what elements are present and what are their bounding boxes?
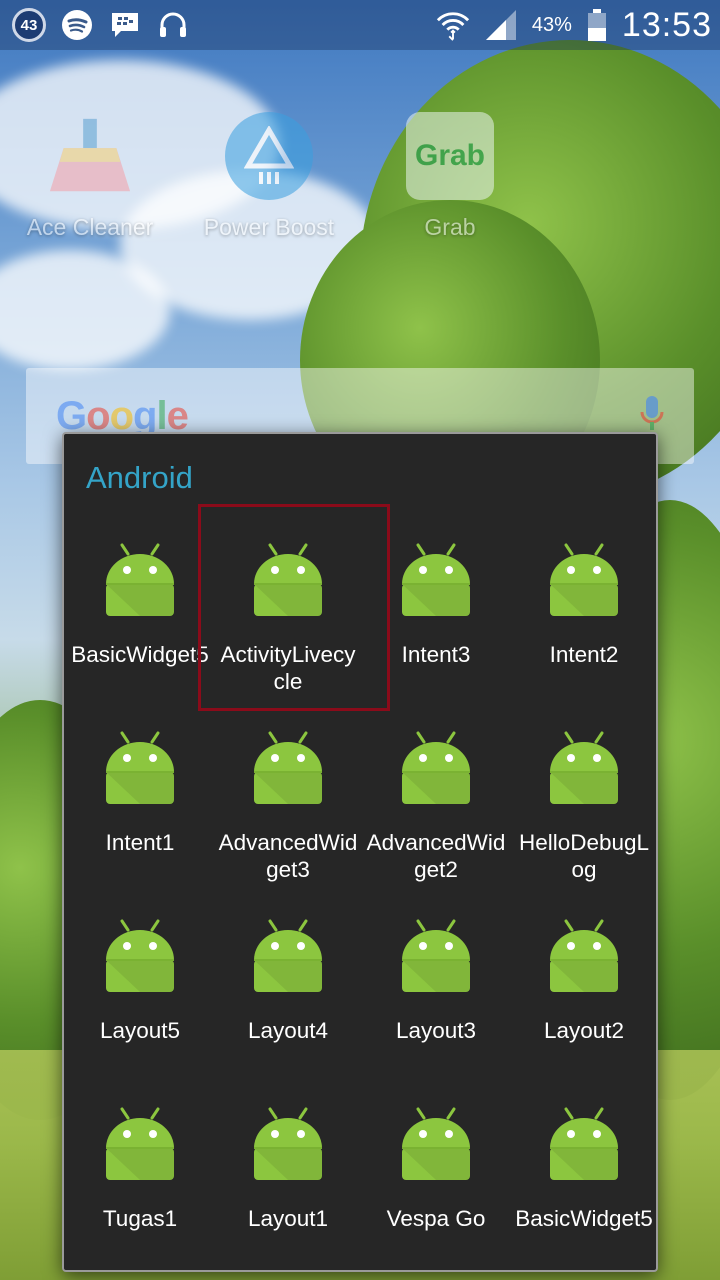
app-label: BasicWidget5 bbox=[515, 1206, 653, 1231]
app-label: BasicWidget5 bbox=[71, 642, 209, 667]
app-label: Layout3 bbox=[395, 1018, 477, 1043]
android-icon bbox=[248, 1098, 328, 1189]
app-label: Layout2 bbox=[543, 1018, 625, 1043]
highlight-box bbox=[198, 504, 390, 711]
battery-percent: 43% bbox=[531, 13, 572, 36]
folder-app-layout3[interactable]: Layout3 bbox=[362, 910, 510, 1098]
app-label: Intent2 bbox=[549, 642, 619, 667]
folder-app-intent2[interactable]: Intent2 bbox=[510, 534, 658, 722]
notification-count-badge: 43 bbox=[12, 8, 46, 42]
folder-app-layout5[interactable]: Layout5 bbox=[66, 910, 214, 1098]
bbm-icon bbox=[108, 8, 142, 42]
folder-app-layout2[interactable]: Layout2 bbox=[510, 910, 658, 1098]
status-bar: 43 43% 13:53 bbox=[0, 0, 720, 50]
folder-app-intent1[interactable]: Intent1 bbox=[66, 722, 214, 910]
android-icon bbox=[396, 910, 476, 1001]
android-icon bbox=[248, 722, 328, 813]
android-icon bbox=[544, 534, 624, 625]
app-label: Layout1 bbox=[247, 1206, 329, 1231]
android-icon bbox=[396, 534, 476, 625]
android-icon bbox=[396, 1098, 476, 1189]
spotify-icon bbox=[60, 8, 94, 42]
folder-title[interactable]: Android bbox=[86, 460, 193, 496]
folder-app-layout1[interactable]: Layout1 bbox=[214, 1098, 362, 1280]
app-label: Layout5 bbox=[99, 1018, 181, 1043]
folder-app-advancedwidget2[interactable]: AdvancedWidget2 bbox=[362, 722, 510, 910]
android-icon bbox=[100, 722, 180, 813]
wifi-icon bbox=[436, 8, 470, 42]
app-label: Intent1 bbox=[105, 830, 175, 855]
app-label: Vespa Go bbox=[386, 1206, 486, 1231]
home-app-label: Ace Cleaner bbox=[26, 214, 154, 240]
folder-app-layout4[interactable]: Layout4 bbox=[214, 910, 362, 1098]
android-icon bbox=[544, 1098, 624, 1189]
folder-app-vespa-go[interactable]: Vespa Go bbox=[362, 1098, 510, 1280]
clock: 13:53 bbox=[621, 5, 712, 44]
app-label: AdvancedWidget3 bbox=[218, 830, 358, 882]
broom-icon bbox=[46, 112, 134, 200]
folder-app-tugas1[interactable]: Tugas1 bbox=[66, 1098, 214, 1280]
signal-icon bbox=[484, 8, 518, 42]
home-app-label: Power Boost bbox=[203, 214, 335, 240]
home-app-power-boost[interactable]: Power Boost bbox=[194, 112, 344, 241]
home-app-grab[interactable]: Grab Grab bbox=[375, 112, 525, 241]
android-icon bbox=[248, 910, 328, 1001]
app-label: AdvancedWidget2 bbox=[366, 830, 506, 882]
app-label: HelloDebugLog bbox=[518, 830, 650, 882]
folder-app-basicwidget5[interactable]: BasicWidget5 bbox=[510, 1098, 658, 1280]
battery-icon bbox=[586, 8, 608, 42]
headphones-icon bbox=[156, 8, 190, 42]
folder-app-basicwidget5[interactable]: BasicWidget5 bbox=[66, 534, 214, 722]
android-icon bbox=[100, 1098, 180, 1189]
android-icon bbox=[544, 910, 624, 1001]
grab-icon: Grab bbox=[406, 112, 494, 200]
app-label: Layout4 bbox=[247, 1018, 329, 1043]
android-icon bbox=[100, 910, 180, 1001]
folder-app-hellodebuglog[interactable]: HelloDebugLog bbox=[510, 722, 658, 910]
power-boost-icon bbox=[225, 112, 313, 200]
android-icon bbox=[544, 722, 624, 813]
android-icon bbox=[100, 534, 180, 625]
home-app-ace-cleaner[interactable]: Ace Cleaner bbox=[15, 112, 165, 241]
home-app-label: Grab bbox=[424, 214, 476, 240]
folder-app-advancedwidget3[interactable]: AdvancedWidget3 bbox=[214, 722, 362, 910]
android-icon bbox=[396, 722, 476, 813]
app-label: Tugas1 bbox=[102, 1206, 178, 1231]
